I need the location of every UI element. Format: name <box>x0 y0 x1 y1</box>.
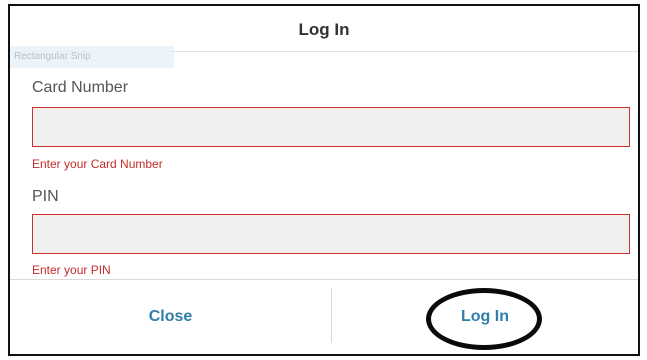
close-button[interactable]: Close <box>10 280 331 354</box>
login-dialog: Log In Rectangular Snip Card Number Ente… <box>8 4 640 356</box>
card-number-error: Enter your Card Number <box>32 157 163 171</box>
dialog-footer: Close Log In <box>10 279 638 354</box>
card-number-label: Card Number <box>32 79 129 96</box>
dialog-title: Log In <box>298 20 350 39</box>
login-button[interactable]: Log In <box>332 280 638 354</box>
pin-input[interactable] <box>32 214 630 254</box>
pin-error: Enter your PIN <box>32 263 111 277</box>
card-number-input[interactable] <box>32 107 630 147</box>
snip-tooltip: Rectangular Snip <box>10 46 174 68</box>
pin-label: PIN <box>32 188 59 205</box>
